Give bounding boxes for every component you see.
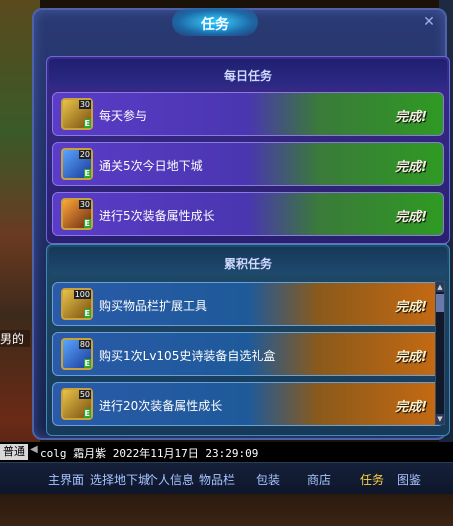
blue-crystal-icon: 20 E <box>61 148 93 180</box>
task-name: 购买1次Lv105史诗装备自选礼盒 <box>99 349 276 363</box>
scroll-thumb[interactable] <box>436 294 444 312</box>
nav-shop[interactable]: 商店 <box>307 471 331 488</box>
task-status: 完成! <box>395 210 427 225</box>
task-status: 完成! <box>395 110 427 125</box>
nav-quests[interactable]: 任务 <box>360 471 384 488</box>
chevron-left-icon: ◀ <box>30 444 38 455</box>
cumulative-task-row[interactable]: 80 E 购买1次Lv105史诗装备自选礼盒 完成! <box>52 332 444 376</box>
reward-count: 20 <box>78 150 91 159</box>
chat-channel[interactable]: 普通 <box>0 444 28 460</box>
reward-count: 30 <box>78 100 91 109</box>
reward-badge: E <box>83 169 91 178</box>
task-status: 完成! <box>395 400 427 415</box>
task-name: 购买物品栏扩展工具 <box>99 299 208 313</box>
task-name: 进行20次装备属性成长 <box>99 399 223 413</box>
scroll-down-icon[interactable]: ▼ <box>436 414 444 424</box>
cumulative-task-row[interactable]: 100 E 购买物品栏扩展工具 完成! <box>52 282 444 326</box>
chat-bar: 普通 ◀ colg 霜月紫 2022年11月17日 23:29:09 <box>0 442 453 462</box>
reward-badge: E <box>83 309 91 318</box>
reward-count: 50 <box>78 390 91 399</box>
reward-badge: E <box>83 409 91 418</box>
game-background-strip <box>0 494 453 526</box>
nav-dungeon-select[interactable]: 选择地下城 <box>90 471 150 488</box>
cumulative-task-row[interactable]: 50 E 进行20次装备属性成长 完成! <box>52 382 444 426</box>
daily-task-row[interactable]: 30 E 每天参与 完成! <box>52 92 444 136</box>
nav-collection[interactable]: 图鉴 <box>397 471 421 488</box>
reward-badge: E <box>83 359 91 368</box>
background-text: 男的 <box>0 330 30 347</box>
chat-message: colg 霜月紫 2022年11月17日 23:29:09 <box>40 447 259 460</box>
task-name: 通关5次今日地下城 <box>99 159 203 173</box>
scroll-up-icon[interactable]: ▲ <box>436 282 444 292</box>
orange-armor-icon: 30 E <box>61 198 93 230</box>
nav-package[interactable]: 包装 <box>256 471 280 488</box>
daily-task-row[interactable]: 20 E 通关5次今日地下城 完成! <box>52 142 444 186</box>
gold-ticket-icon: 30 E <box>61 98 93 130</box>
blue-crystal-icon: 80 E <box>61 338 93 370</box>
task-name: 进行5次装备属性成长 <box>99 209 215 223</box>
cumulative-scrollbar[interactable]: ▲ ▼ <box>435 281 445 425</box>
close-icon[interactable]: ✕ <box>421 14 437 30</box>
reward-count: 80 <box>78 340 91 349</box>
task-status: 完成! <box>395 350 427 365</box>
nav-inventory[interactable]: 物品栏 <box>199 471 235 488</box>
task-status: 完成! <box>395 300 427 315</box>
nav-profile[interactable]: 个人信息 <box>146 471 194 488</box>
reward-badge: E <box>83 119 91 128</box>
window-title: 任务 <box>201 17 229 33</box>
cumulative-section-title: 累积任务 <box>223 257 272 271</box>
daily-section-title: 每日任务 <box>223 69 272 83</box>
task-name: 每天参与 <box>99 109 148 123</box>
bottom-nav: 主界面 选择地下城 个人信息 物品栏 包装 商店 任务 图鉴 <box>0 462 453 494</box>
reward-count: 30 <box>78 200 91 209</box>
nav-main[interactable]: 主界面 <box>48 471 84 488</box>
task-status: 完成! <box>395 160 427 175</box>
reward-count: 100 <box>73 290 91 299</box>
gold-ticket-icon: 50 E <box>61 388 93 420</box>
daily-task-row[interactable]: 30 E 进行5次装备属性成长 完成! <box>52 192 444 236</box>
gold-ticket-icon: 100 E <box>61 288 93 320</box>
reward-badge: E <box>83 219 91 228</box>
